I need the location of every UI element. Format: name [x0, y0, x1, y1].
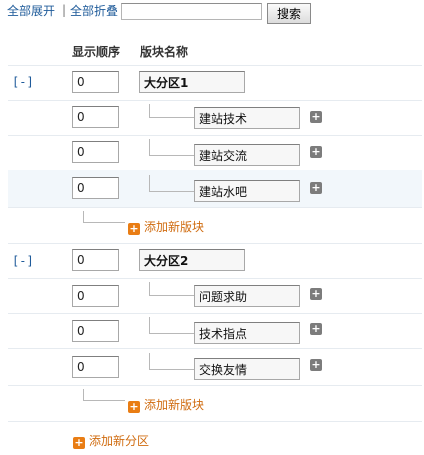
forum-name-input[interactable] [194, 180, 300, 202]
add-forum-row [8, 385, 422, 422]
tree-connector [149, 353, 194, 370]
forum-order-input[interactable] [72, 106, 119, 128]
forum-order-input[interactable] [72, 356, 119, 378]
category-name-input[interactable] [139, 249, 245, 271]
add-subforum-icon[interactable]: + [310, 111, 322, 123]
expand-all-link[interactable]: 全部展开 [7, 4, 55, 18]
search-input[interactable] [121, 3, 262, 20]
tree-connector [149, 317, 194, 334]
add-subforum-icon[interactable]: + [310, 146, 322, 158]
tree-connector [83, 211, 125, 223]
plus-orange-icon: + [128, 400, 140, 413]
category-order-input[interactable] [72, 249, 119, 271]
forum-name-input[interactable] [194, 358, 300, 380]
forum-name-input[interactable] [194, 144, 300, 166]
add-subforum-icon[interactable]: + [310, 359, 322, 371]
tree-connector [149, 282, 194, 296]
toolbar: 全部展开 | 全部折叠 搜索 [0, 0, 424, 28]
collapse-all-link[interactable]: 全部折叠 [70, 4, 118, 18]
tree-connector [149, 139, 194, 156]
toolbar-separator: | [62, 3, 67, 17]
add-forum-link[interactable]: + 添加新版块 [128, 396, 204, 413]
column-header-order: 显示顺序 [72, 45, 121, 59]
forum-name-input[interactable] [194, 107, 300, 129]
plus-orange-icon: + [128, 222, 140, 235]
forum-order-input[interactable] [72, 141, 119, 163]
add-category-link[interactable]: + 添加新分区 [73, 432, 149, 449]
search-button[interactable]: 搜索 [267, 3, 311, 24]
forum-order-input[interactable] [72, 320, 119, 342]
plus-orange-icon: + [73, 436, 85, 449]
collapse-toggle[interactable]: [-] [12, 75, 34, 89]
forum-order-input[interactable] [72, 177, 119, 199]
column-header-forum-name: 版块名称 [140, 45, 189, 59]
tree-connector [83, 389, 125, 401]
add-subforum-icon[interactable]: + [310, 323, 322, 335]
add-forum-link[interactable]: + 添加新版块 [128, 218, 204, 235]
forum-name-input[interactable] [194, 322, 300, 344]
add-forum-row [8, 207, 422, 244]
collapse-toggle[interactable]: [-] [12, 254, 34, 268]
tree-connector [149, 104, 194, 118]
category-name-input[interactable] [139, 71, 245, 93]
add-subforum-icon[interactable]: + [310, 288, 322, 300]
forum-name-input[interactable] [194, 285, 300, 307]
table-header-row [8, 34, 422, 66]
tree-connector [149, 175, 194, 192]
forum-order-input[interactable] [72, 285, 119, 307]
category-order-input[interactable] [72, 71, 119, 93]
add-subforum-icon[interactable]: + [310, 182, 322, 194]
